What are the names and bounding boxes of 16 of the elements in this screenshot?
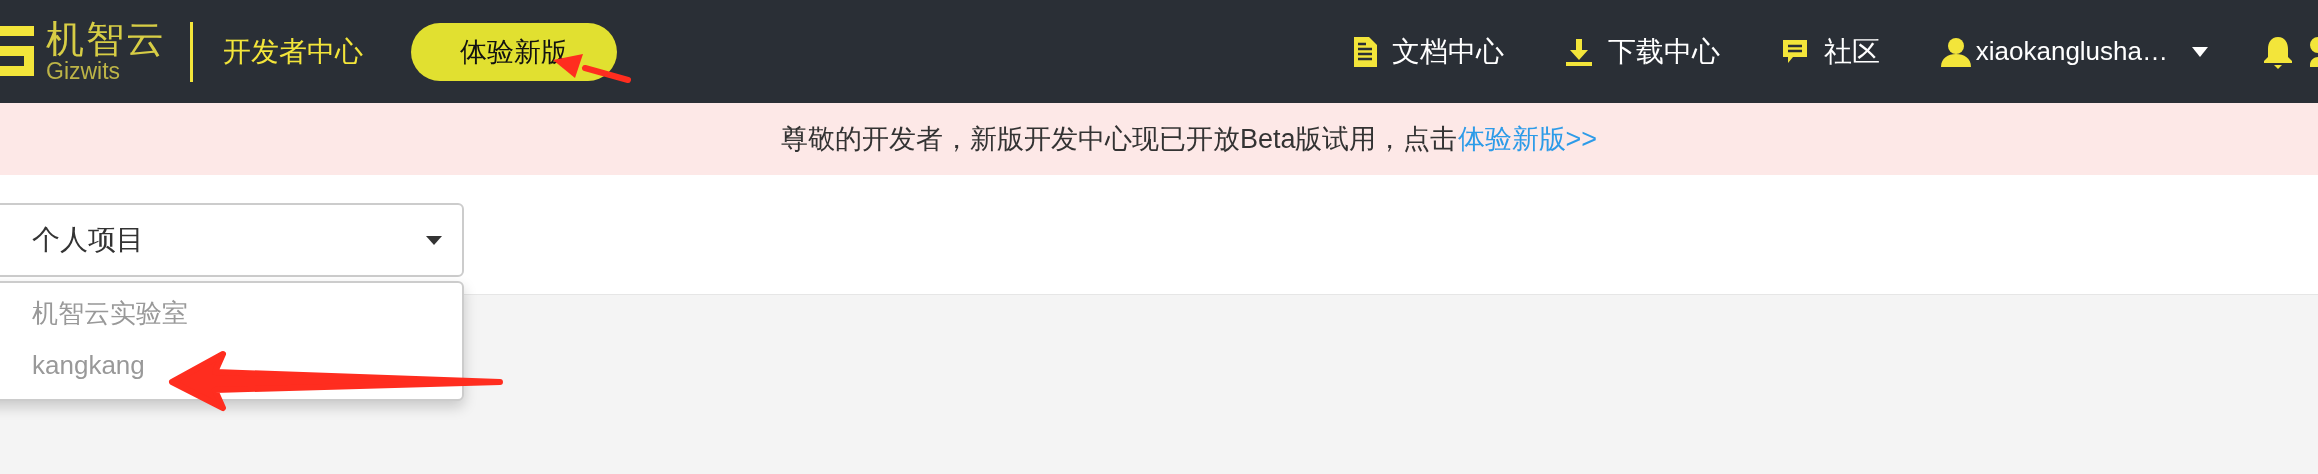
document-icon bbox=[1351, 35, 1378, 68]
section-title: 开发者中心 bbox=[223, 34, 363, 69]
user-icon bbox=[1939, 35, 1972, 68]
cut-off-icon[interactable] bbox=[2310, 36, 2318, 67]
logo-subtitle: Gizwits bbox=[46, 60, 122, 83]
download-icon bbox=[1563, 36, 1594, 67]
project-select[interactable]: 个人项目 bbox=[0, 203, 464, 277]
caret-icon bbox=[426, 235, 442, 245]
beta-notice: 尊敬的开发者，新版开发中心现已开放Beta版试用，点击体验新版>> bbox=[780, 123, 1598, 156]
bell-icon[interactable] bbox=[2262, 34, 2294, 69]
logo-name: 机智云 bbox=[46, 20, 166, 58]
user-menu[interactable]: xiaokanglusha… bbox=[1939, 35, 2208, 68]
caret-icon bbox=[2192, 46, 2208, 57]
nav-link[interactable]: 下载中心 bbox=[1563, 32, 1720, 71]
nav-link[interactable]: 社区 bbox=[1779, 32, 1880, 71]
nav-link[interactable]: 文档中心 bbox=[1351, 32, 1504, 71]
